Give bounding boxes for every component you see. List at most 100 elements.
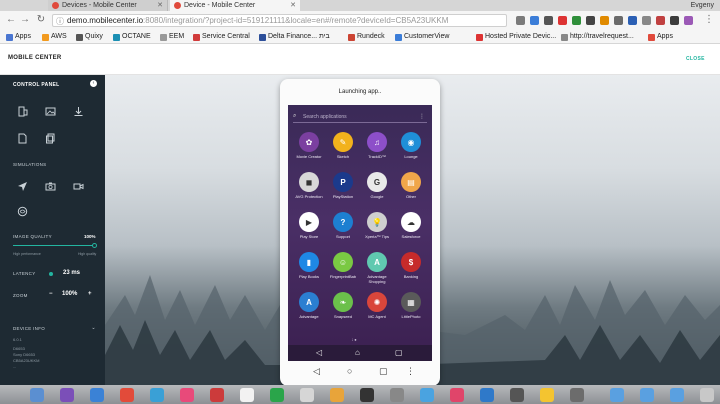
app-launcher-item[interactable]: ♫ TrackID™ <box>360 132 394 170</box>
app-launcher-item[interactable]: ✎ Sketch <box>326 132 360 170</box>
image-quality-slider-knob[interactable] <box>92 243 97 248</box>
collapse-panel-icon[interactable]: ‹ <box>90 80 97 87</box>
calendar-icon[interactable] <box>240 388 254 402</box>
app-launcher-item[interactable]: P PlayStation <box>326 172 360 210</box>
close-tab-icon[interactable]: ✕ <box>157 0 163 11</box>
copy-icon[interactable] <box>45 133 56 144</box>
app-icon[interactable] <box>330 388 344 402</box>
camera-icon[interactable] <box>45 181 56 192</box>
app-launcher-item[interactable]: ◼ AVG Protection <box>292 172 326 210</box>
app-search-bar[interactable]: ⌕ Search applications ⋮ <box>293 113 427 123</box>
extension-icon[interactable] <box>530 16 539 25</box>
device-orientation-icon[interactable] <box>17 106 28 117</box>
device-menu-icon[interactable]: ⋮ <box>406 366 415 377</box>
app-launcher-item[interactable]: G Google <box>360 172 394 210</box>
close-button[interactable]: CLOSE <box>686 56 705 62</box>
android-back-icon[interactable]: ◁ <box>316 348 322 357</box>
file-icon[interactable] <box>17 133 28 144</box>
zoom-in-button[interactable]: + <box>88 291 92 297</box>
tab-devices[interactable]: Devices - Mobile Center ✕ <box>48 0 168 11</box>
extension-icon[interactable] <box>684 16 693 25</box>
bookmark-service-central[interactable]: Service Central <box>193 32 250 42</box>
app-icon[interactable] <box>450 388 464 402</box>
device-home-icon[interactable]: ○ <box>347 366 352 376</box>
extension-icon[interactable] <box>586 16 595 25</box>
app-icon[interactable] <box>60 388 74 402</box>
app-icon[interactable] <box>360 388 374 402</box>
app-launcher-item[interactable]: A Advantage Shopping <box>360 252 394 290</box>
app-launcher-item[interactable]: ▶ Play Store <box>292 212 326 250</box>
app-icon[interactable] <box>390 388 404 402</box>
app-launcher-item[interactable]: ▮ Play Books <box>292 252 326 290</box>
app-launcher-item[interactable]: ✿ Movie Creator <box>292 132 326 170</box>
device-recents-icon[interactable]: ▢ <box>379 366 388 377</box>
app-launcher-item[interactable]: ☁ Salesforce <box>394 212 428 250</box>
bookmark-apps[interactable]: Apps <box>6 32 31 42</box>
app-icon[interactable] <box>540 388 554 402</box>
browser-user-name[interactable]: Evgeny <box>691 0 714 11</box>
finder-icon[interactable] <box>30 388 44 402</box>
image-quality-slider[interactable] <box>13 243 97 248</box>
extension-icon[interactable] <box>628 16 637 25</box>
download-icon[interactable] <box>73 106 84 117</box>
extension-icon[interactable] <box>670 16 679 25</box>
folder-icon[interactable] <box>670 388 684 402</box>
app-launcher-item[interactable]: 💡 Xperia™ Tips <box>360 212 394 250</box>
more-info[interactable]: ... <box>13 364 39 370</box>
extension-icon[interactable] <box>614 16 623 25</box>
bookmark-eem[interactable]: EEM <box>160 32 184 42</box>
app-icon[interactable] <box>270 388 284 402</box>
sensor-simulation-icon[interactable] <box>17 206 28 217</box>
forward-arrow-icon[interactable]: → <box>20 15 30 25</box>
extension-icon[interactable] <box>558 16 567 25</box>
back-arrow-icon[interactable]: ← <box>6 15 16 25</box>
device-screen[interactable]: ⌕ Search applications ⋮ ✿ Movie Creator ✎ S… <box>288 105 432 361</box>
trash-icon[interactable] <box>700 388 714 402</box>
app-launcher-item[interactable]: $ Banking <box>394 252 428 290</box>
bookmark-apps-2[interactable]: Apps <box>648 32 673 42</box>
app-launcher-item[interactable]: ❧ Snapseed <box>326 292 360 330</box>
app-launcher-item[interactable]: ☺ FingerprintBab <box>326 252 360 290</box>
android-recents-icon[interactable]: ▢ <box>395 348 403 357</box>
app-launcher-item[interactable]: ? Support <box>326 212 360 250</box>
chevron-down-icon[interactable]: ⌄ <box>90 325 97 332</box>
app-icon[interactable] <box>510 388 524 402</box>
close-tab-icon[interactable]: ✕ <box>290 0 296 11</box>
address-bar[interactable]: ⓘ demo.mobilecenter.io:8080/integration/… <box>52 14 507 27</box>
extension-icon[interactable] <box>572 16 581 25</box>
extension-icon[interactable] <box>600 16 609 25</box>
folder-icon[interactable] <box>610 388 624 402</box>
chrome-menu-icon[interactable]: ⋮ <box>704 15 714 25</box>
folder-icon[interactable] <box>640 388 654 402</box>
location-arrow-icon[interactable] <box>17 181 28 192</box>
app-launcher-item[interactable]: ✺ MC Agent <box>360 292 394 330</box>
reload-icon[interactable]: ↻ <box>36 15 46 25</box>
bookmark-travelrequest[interactable]: http://travelrequest... <box>561 32 634 42</box>
bookmark-aws[interactable]: AWS <box>42 32 67 42</box>
zoom-out-button[interactable]: − <box>49 291 53 297</box>
image-icon[interactable] <box>45 106 56 117</box>
bookmark-hosted-private-devices[interactable]: Hosted Private Devic... <box>476 32 556 42</box>
app-icon[interactable] <box>480 388 494 402</box>
app-icon[interactable] <box>150 388 164 402</box>
bookmark-rundeck[interactable]: Rundeck <box>348 32 385 42</box>
extension-icon[interactable] <box>516 16 525 25</box>
app-icon[interactable] <box>180 388 194 402</box>
extension-icon[interactable] <box>656 16 665 25</box>
app-icon[interactable] <box>570 388 584 402</box>
device-back-icon[interactable]: ◁ <box>313 366 320 377</box>
app-launcher-item[interactable]: ▦ LittlePhoto <box>394 292 428 330</box>
app-icon[interactable] <box>120 388 134 402</box>
app-launcher-item[interactable]: A Advantage <box>292 292 326 330</box>
bookmark-customerview[interactable]: CustomerView <box>395 32 449 42</box>
app-icon[interactable] <box>300 388 314 402</box>
more-options-icon[interactable]: ⋮ <box>419 113 425 120</box>
video-camera-icon[interactable] <box>73 181 84 192</box>
site-info-icon[interactable]: ⓘ <box>56 16 64 26</box>
app-launcher-item[interactable]: ◉ Lounge <box>394 132 428 170</box>
extension-icon[interactable] <box>642 16 651 25</box>
bookmark-delta-finance[interactable]: Delta Finance... בית <box>259 32 330 42</box>
tab-device[interactable]: Device - Mobile Center ✕ <box>170 0 300 11</box>
bookmark-quixy[interactable]: Quixy <box>76 32 103 42</box>
android-home-icon[interactable]: ⌂ <box>355 348 360 357</box>
